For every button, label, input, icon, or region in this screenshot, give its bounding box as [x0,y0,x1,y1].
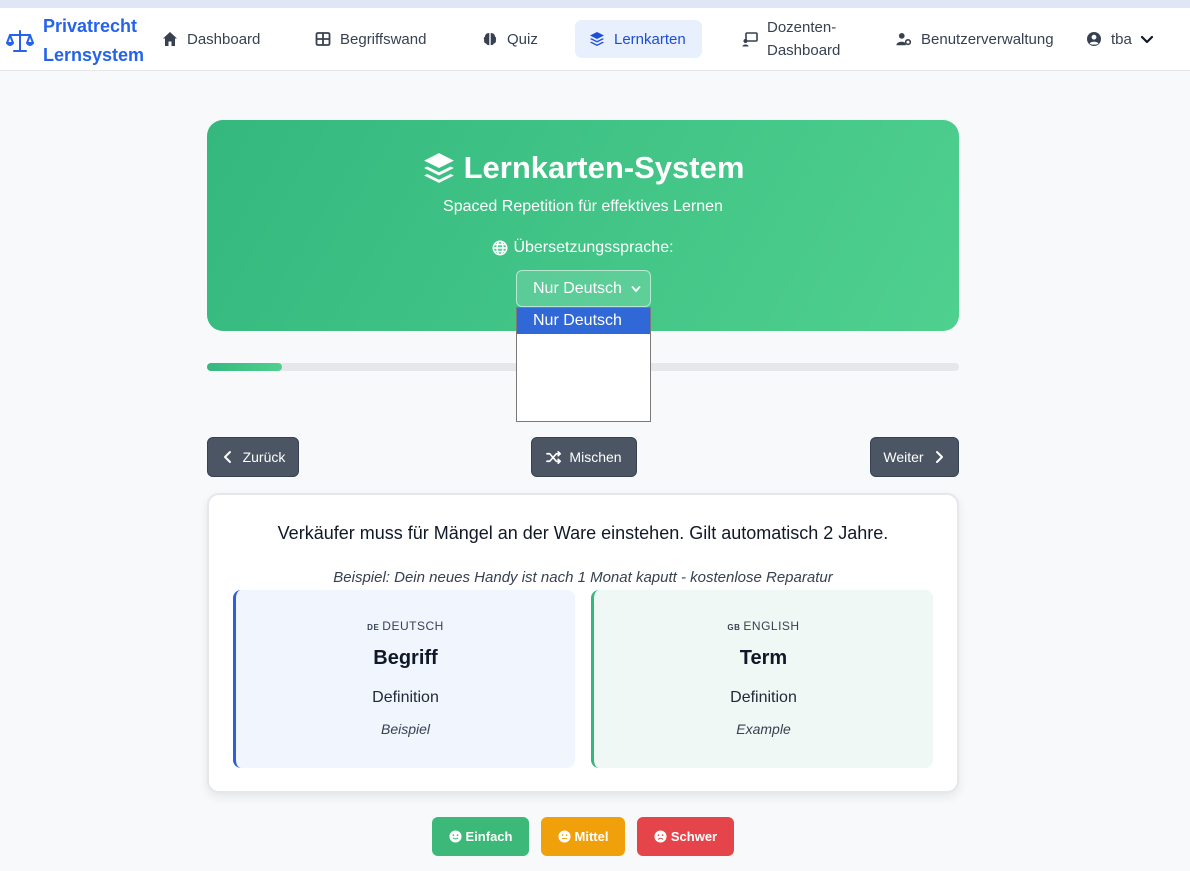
english-definition: Definition [730,689,797,706]
rate-easy-button[interactable]: Einfach [432,817,529,856]
flashcard[interactable]: Verkäufer muss für Mängel an der Ware ei… [207,493,959,793]
smile-icon [448,830,462,843]
rate-medium-label: Mittel [574,829,609,844]
shuffle-icon [546,450,562,464]
table-icon [315,32,331,46]
home-icon [163,32,177,46]
german-translation-box: DE DEUTSCH Begriff Definition Beispiel [233,590,575,768]
chevron-right-icon [935,451,943,463]
language-label: Übersetzungssprache: [207,239,959,257]
next-button-label: Weiter [883,449,924,465]
nav-dashboard-label: Dashboard [187,30,261,48]
shuffle-button-label: Mischen [569,449,622,465]
chevron-left-icon [223,451,231,463]
hero-banner: Lernkarten-System Spaced Repetition für … [207,120,959,331]
browser-top-strip [0,0,1190,8]
shuffle-button[interactable]: Mischen [531,437,637,477]
back-button[interactable]: Zurück [207,437,299,477]
rate-hard-button[interactable]: Schwer [637,817,734,856]
nav-quiz-label: Quiz [507,30,538,48]
language-dropdown-list: Nur Deutsch [516,307,651,422]
scale-icon [6,30,34,52]
german-example: Beispiel [380,721,431,737]
nav-quiz[interactable]: Quiz [468,20,552,58]
nav-benutzerverwaltung-label: Benutzerverwaltung [921,30,1054,48]
brand-name: Privatrecht Lernsystem [43,16,145,65]
progress-bar-fill [207,363,283,371]
chevron-down-icon [1140,35,1153,44]
chevron-down-icon [631,286,641,293]
user-circle-icon [1087,32,1101,46]
nav-begriffswand[interactable]: Begriffswand [301,20,440,58]
nav-benutzerverwaltung[interactable]: Benutzerverwaltung [882,20,1068,58]
language-select[interactable]: Nur Deutsch [516,270,651,307]
english-translation-box: GB ENGLISH Term Definition Example [591,590,933,768]
user-menu[interactable]: tba [1072,20,1169,58]
english-header: GB ENGLISH [727,619,800,633]
navbar: Privatrecht Lernsystem Dashboard Begriff… [0,8,1190,71]
language-option-nur-deutsch[interactable]: Nur Deutsch [517,308,650,334]
english-example: Example [736,721,791,737]
flashcard-text: Verkäufer muss für Mängel an der Ware ei… [277,523,889,543]
gb-flag-icon: GB [727,623,741,632]
user-name: tba [1111,30,1132,48]
layers-icon [590,32,604,46]
english-term: Term [739,647,788,669]
brain-icon [483,33,497,46]
layers-icon [423,153,454,183]
german-header: DE DEUTSCH [367,619,444,633]
neutral-face-icon [557,830,571,843]
next-button[interactable]: Weiter [870,437,959,477]
language-label-text: Übersetzungssprache: [513,239,674,256]
back-button-label: Zurück [242,449,286,465]
rate-medium-button[interactable]: Mittel [541,817,625,856]
flashcard-example: Beispiel: Dein neues Handy ist nach 1 Mo… [333,569,833,586]
nav-dashboard[interactable]: Dashboard [148,20,274,58]
nav-dozenten-dashboard[interactable]: Dozenten- Dashboard [728,16,854,62]
rate-hard-label: Schwer [670,829,718,844]
hero-subtitle: Spaced Repetition für effektives Lernen [443,198,723,215]
rate-easy-label: Einfach [465,829,513,844]
nav-lernkarten[interactable]: Lernkarten [575,20,702,58]
globe-icon [492,240,508,256]
hero-title-text: Lernkarten-System [463,150,745,185]
german-term: Begriff [373,647,438,669]
nav-begriffswand-label: Begriffswand [340,30,427,48]
brand[interactable]: Privatrecht Lernsystem [6,12,144,70]
hero-title: Lernkarten-System [207,150,959,186]
nav-lernkarten-label: Lernkarten [614,30,686,48]
de-flag-icon: DE [367,623,380,632]
nav-dozenten-label: Dozenten- Dashboard [767,19,841,59]
language-select-value: Nur Deutsch [533,279,622,297]
user-gear-icon [896,33,912,46]
frown-icon [654,830,667,843]
teacher-icon [742,32,758,47]
german-definition: Definition [372,689,439,706]
